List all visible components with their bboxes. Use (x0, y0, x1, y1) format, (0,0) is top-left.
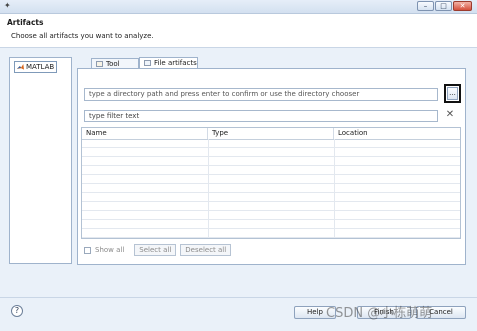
sidebar-item-matlab[interactable]: MATLAB (14, 61, 58, 73)
table-row (82, 193, 460, 202)
table-row (82, 148, 460, 157)
page-description: Choose all artifacts you want to analyze… (11, 32, 154, 40)
table-row (82, 184, 460, 193)
show-all-label: Show all (95, 246, 125, 254)
sidebar-item-label: MATLAB (26, 63, 55, 71)
filter-input[interactable]: type filter text (84, 110, 438, 122)
file-icon (144, 60, 151, 66)
tab-label: File artifacts (154, 59, 197, 67)
table-row (82, 220, 460, 229)
browse-directory-button[interactable]: ... (447, 87, 458, 100)
watermark: CSDN @小栋萌萌 (326, 306, 433, 321)
table-row (82, 175, 460, 184)
matlab-icon (17, 63, 24, 70)
column-header-type[interactable]: Type (208, 128, 334, 139)
show-all-checkbox[interactable] (84, 246, 91, 254)
column-header-name[interactable]: Name (82, 128, 208, 139)
minimize-icon[interactable]: – (417, 1, 434, 11)
table-row (82, 157, 460, 166)
wand-icon: ✦ (4, 1, 11, 10)
column-header-location[interactable]: Location (334, 128, 460, 139)
table-row (82, 229, 460, 238)
table-row (82, 211, 460, 220)
table-row (82, 202, 460, 211)
table-body (82, 139, 460, 238)
artifact-source-list: MATLAB (9, 57, 72, 264)
folder-icon (96, 61, 103, 67)
footer-divider (0, 297, 477, 298)
selection-controls: Show all Select all Deselect all (84, 244, 232, 256)
artifacts-table: Name Type Location (81, 127, 461, 239)
table-row (82, 139, 460, 148)
deselect-all-button[interactable]: Deselect all (180, 244, 232, 256)
table-row (82, 166, 460, 175)
clear-x-icon[interactable]: ✕ (445, 109, 455, 121)
maximize-icon[interactable]: □ (435, 1, 452, 11)
directory-path-input[interactable]: type a directory path and press enter to… (84, 88, 438, 101)
column-divider (334, 139, 335, 238)
select-all-button[interactable]: Select all (134, 244, 177, 256)
window-titlebar: ✦ – □ ✕ (0, 0, 477, 14)
column-divider (208, 139, 209, 238)
help-icon[interactable]: ? (11, 305, 23, 317)
wizard-header: Artifacts Choose all artifacts you want … (0, 14, 477, 48)
page-title: Artifacts (7, 18, 44, 27)
close-icon[interactable]: ✕ (453, 1, 472, 11)
